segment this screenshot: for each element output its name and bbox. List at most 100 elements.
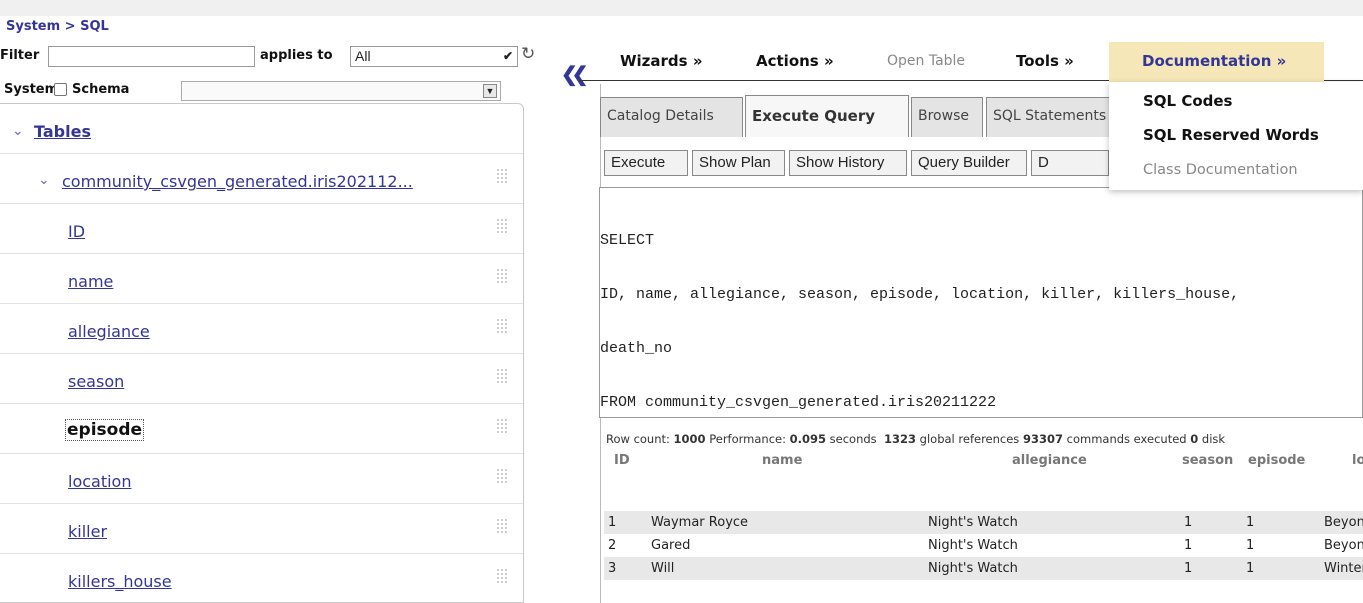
query-line: ID, name, allegiance, season, episode, l… — [600, 286, 1240, 303]
tree-column-row[interactable]: location — [0, 454, 523, 504]
table-cell: Winterfell — [1324, 561, 1363, 576]
show-history-button[interactable]: Show History — [789, 150, 907, 176]
filter-row: Filter applies to All ✔ ↻ — [0, 44, 545, 68]
drag-handle-icon[interactable] — [496, 168, 508, 184]
tab-execute-query[interactable]: Execute Query — [745, 95, 909, 137]
tree-root-tables[interactable]: ⌄ Tables — [0, 104, 523, 154]
more-button[interactable]: D — [1031, 150, 1109, 176]
tree-column-row[interactable]: name — [0, 254, 523, 304]
column-link[interactable]: allegiance — [68, 322, 150, 341]
drag-handle-icon[interactable] — [496, 218, 508, 234]
global-refs-value: 1323 — [884, 432, 917, 446]
applies-to-select[interactable]: All ✔ — [350, 46, 518, 67]
menu-documentation[interactable]: Documentation » — [1109, 42, 1324, 82]
column-link[interactable]: name — [68, 272, 113, 291]
table-row[interactable]: 1 Waymar Royce Night's Watch 1 1 Beyond … — [604, 511, 1363, 534]
tree-column-row[interactable]: season — [0, 354, 523, 404]
seconds-value: 0.095 — [789, 432, 827, 446]
table-cell: Night's Watch — [928, 538, 1018, 553]
applies-to-value: All — [355, 48, 371, 64]
table-cell: Waymar Royce — [651, 515, 749, 530]
applies-to-label: applies to — [260, 48, 333, 63]
table-cell: 1 — [1246, 538, 1255, 553]
execute-button[interactable]: Execute — [604, 150, 688, 176]
drag-handle-icon[interactable] — [496, 268, 508, 284]
global-refs-label: global references — [919, 432, 1020, 446]
schema-row: System Schema ▼ — [0, 80, 545, 102]
filter-input[interactable] — [48, 46, 255, 67]
menu-open-table[interactable]: Open Table — [887, 53, 965, 69]
commands-label: commands executed — [1066, 432, 1187, 446]
drag-handle-icon[interactable] — [496, 518, 508, 534]
filter-label: Filter — [0, 48, 40, 63]
chevron-down-icon[interactable]: ⌄ — [12, 122, 24, 139]
row-count-label: Row count: — [606, 432, 670, 446]
tree-column-row-selected[interactable]: episode — [0, 404, 523, 454]
table-cell: 1 — [1184, 561, 1193, 576]
column-header[interactable]: season — [1182, 453, 1233, 468]
refresh-icon[interactable]: ↻ — [521, 44, 535, 64]
table-row[interactable]: 3 Will Night's Watch 1 1 Winterfell — [604, 557, 1363, 580]
tab-catalog-details[interactable]: Catalog Details — [600, 97, 743, 137]
column-header[interactable]: location — [1352, 453, 1363, 468]
column-link-selected[interactable]: episode — [64, 419, 145, 441]
schema-select[interactable]: ▼ — [181, 81, 501, 101]
show-plan-button[interactable]: Show Plan — [692, 150, 785, 176]
tree-column-row[interactable]: ID — [0, 204, 523, 254]
table-cell: 1 — [1184, 538, 1193, 553]
menu-tools[interactable]: Tools » — [1016, 52, 1074, 70]
tree-table-row[interactable]: ⌄ community_csvgen_generated.iris202112.… — [0, 154, 523, 204]
query-builder-button[interactable]: Query Builder — [911, 150, 1027, 176]
column-header[interactable]: episode — [1248, 453, 1305, 468]
commands-value: 93307 — [1022, 432, 1063, 446]
tree-column-row[interactable]: killer — [0, 504, 523, 554]
table-cell: 1 — [1246, 515, 1255, 530]
column-link[interactable]: ID — [68, 222, 85, 241]
drag-handle-icon[interactable] — [496, 468, 508, 484]
schema-label: Schema — [72, 82, 130, 97]
table-cell: Gared — [651, 538, 691, 553]
table-cell: 2 — [608, 538, 617, 553]
column-link[interactable]: location — [68, 472, 131, 491]
chevron-down-icon[interactable]: ⌄ — [38, 171, 50, 188]
menu-item-sql-codes[interactable]: SQL Codes — [1143, 92, 1233, 110]
disk-label: disk — [1201, 432, 1226, 446]
breadcrumb[interactable]: System > SQL — [6, 19, 109, 34]
drag-handle-icon[interactable] — [496, 568, 508, 584]
tab-sql-statements[interactable]: SQL Statements — [986, 97, 1110, 137]
drag-handle-icon[interactable] — [496, 418, 508, 434]
table-cell: Night's Watch — [928, 561, 1018, 576]
table-row[interactable]: 2 Gared Night's Watch 1 1 Beyond the Wal… — [604, 534, 1363, 557]
query-line: death_no — [600, 340, 673, 357]
column-link[interactable]: killer — [68, 522, 107, 541]
performance-label: Performance: — [709, 432, 786, 446]
table-tree: ⌄ Tables ⌄ community_csvgen_generated.ir… — [0, 103, 524, 603]
column-header[interactable]: allegiance — [1012, 453, 1087, 468]
tables-link[interactable]: Tables — [34, 122, 91, 141]
table-cell: 1 — [1184, 515, 1193, 530]
tree-column-row[interactable]: allegiance — [0, 304, 523, 354]
column-link[interactable]: season — [68, 372, 124, 391]
query-textarea[interactable]: SELECT ID, name, allegiance, season, epi… — [599, 187, 1363, 418]
row-count-value: 1000 — [673, 432, 706, 446]
table-link[interactable]: community_csvgen_generated.iris202112... — [62, 172, 413, 191]
drag-handle-icon[interactable] — [496, 368, 508, 384]
column-header[interactable]: name — [762, 453, 802, 468]
disk-value: 0 — [1190, 432, 1199, 446]
table-cell: 1 — [1246, 561, 1255, 576]
tree-column-row[interactable]: killers_house — [0, 554, 523, 602]
menu-item-sql-reserved-words[interactable]: SQL Reserved Words — [1143, 126, 1319, 144]
menu-documentation-label: Documentation » — [1142, 52, 1287, 70]
column-header[interactable]: ID — [614, 453, 630, 468]
tab-browse[interactable]: Browse — [911, 97, 983, 137]
system-checkbox[interactable] — [54, 83, 67, 96]
table-cell: Beyond the Wall — [1324, 538, 1363, 553]
chevron-down-icon: ▼ — [483, 84, 497, 98]
menu-actions[interactable]: Actions » — [756, 52, 834, 70]
table-cell: Night's Watch — [928, 515, 1018, 530]
drag-handle-icon[interactable] — [496, 318, 508, 334]
column-link[interactable]: killers_house — [68, 572, 172, 591]
menu-wizards[interactable]: Wizards » — [620, 52, 703, 70]
menu-item-class-documentation[interactable]: Class Documentation — [1143, 162, 1298, 178]
query-line: SELECT — [600, 232, 655, 249]
